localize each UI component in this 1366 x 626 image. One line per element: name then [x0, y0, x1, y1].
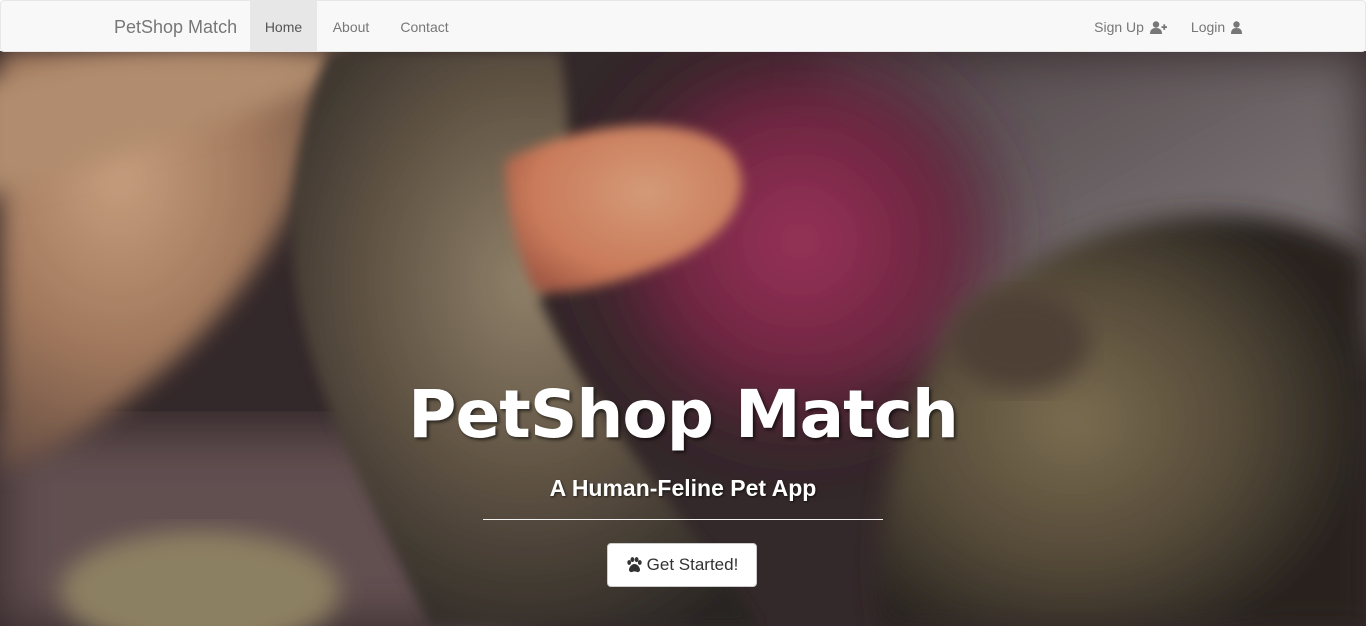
- user-icon: [1231, 21, 1243, 34]
- nav-item-about[interactable]: About: [317, 1, 385, 51]
- hero-divider: [483, 519, 883, 520]
- hero-section: PetShop Match A Human-Feline Pet App Get…: [0, 51, 1366, 626]
- nav-item-contact[interactable]: Contact: [385, 1, 464, 51]
- hero-background-image: [0, 51, 1366, 626]
- paw-icon: [626, 557, 642, 573]
- get-started-button[interactable]: Get Started!: [607, 543, 757, 587]
- hero-subtitle: A Human-Feline Pet App: [549, 475, 817, 501]
- login-label: Login: [1190, 19, 1226, 35]
- login-link[interactable]: Login: [1178, 1, 1255, 51]
- signup-link[interactable]: Sign Up: [1083, 1, 1178, 51]
- user-plus-icon: [1149, 21, 1167, 34]
- signup-label: Sign Up: [1094, 19, 1144, 35]
- hero-title: PetShop Match: [408, 376, 959, 453]
- nav-item-home[interactable]: Home: [250, 1, 317, 51]
- navbar: PetShop Match Home About Contact Sign Up…: [0, 0, 1366, 52]
- brand-link[interactable]: PetShop Match: [114, 1, 237, 51]
- get-started-label: Get Started!: [646, 555, 739, 574]
